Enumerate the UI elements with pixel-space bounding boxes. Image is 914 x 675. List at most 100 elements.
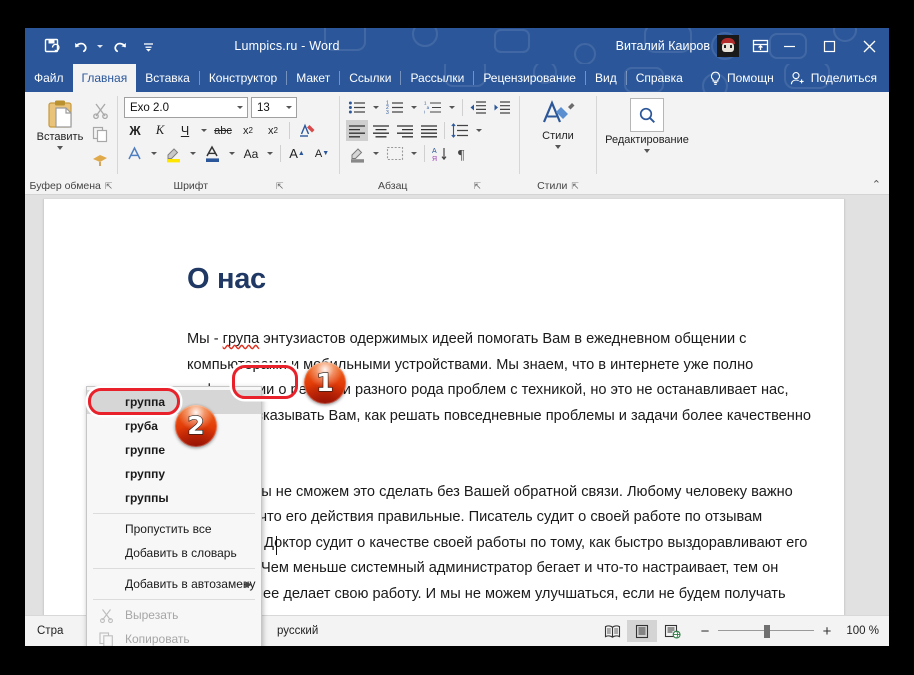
highlight-dropdown-icon[interactable]	[188, 143, 198, 164]
font-name-input[interactable]: Exo 2.0	[124, 97, 248, 118]
tab-home[interactable]: Главная	[72, 64, 137, 92]
shading-icon[interactable]	[346, 143, 368, 164]
styles-dropdown-icon[interactable]	[555, 145, 561, 149]
font-size-dropdown-icon[interactable]	[286, 106, 292, 109]
cut-icon[interactable]	[89, 100, 111, 120]
bullet-list-icon[interactable]	[346, 97, 368, 118]
justify-icon[interactable]	[418, 120, 440, 141]
menu-item-ignore-all[interactable]: Пропустить все	[87, 517, 261, 541]
menu-item-add-to-autocorrect[interactable]: Добавить в автозамену ▶	[87, 572, 261, 596]
menu-item-suggestion-2[interactable]: груба	[87, 414, 261, 438]
borders-dropdown-icon[interactable]	[408, 143, 420, 164]
collapse-ribbon-button[interactable]: ⌃	[872, 178, 881, 191]
tell-me-button[interactable]: Помощн	[701, 64, 782, 92]
editing-button[interactable]: Редактирование	[597, 98, 697, 153]
tab-help[interactable]: Справка	[627, 64, 692, 92]
zoom-percent-label[interactable]: 100 %	[841, 625, 879, 637]
text-effects-dropdown-icon[interactable]	[149, 143, 159, 164]
change-case-button[interactable]: Aa	[240, 143, 262, 164]
format-painter-icon[interactable]	[89, 148, 111, 168]
clipboard-small-buttons[interactable]	[87, 96, 117, 168]
superscript-button[interactable]: x2	[262, 120, 284, 141]
menu-item-suggestion-1[interactable]: группа	[87, 390, 261, 414]
numbered-list-icon[interactable]: 123	[384, 97, 406, 118]
ribbon-tab-bar[interactable]: Файл Главная Вставка Конструктор Макет С…	[25, 64, 889, 92]
bullet-list-dropdown-icon[interactable]	[370, 97, 382, 118]
underline-dropdown-icon[interactable]	[199, 120, 209, 141]
minimize-button[interactable]	[769, 28, 809, 64]
web-layout-icon[interactable]	[657, 620, 687, 642]
clear-formatting-icon[interactable]	[295, 120, 319, 141]
zoom-control[interactable]: − +	[699, 623, 833, 640]
find-icon[interactable]	[630, 98, 664, 132]
text-effects-icon[interactable]	[124, 143, 146, 164]
menu-item-suggestion-5[interactable]: группы	[87, 486, 261, 510]
tab-layout[interactable]: Макет	[287, 64, 339, 92]
zoom-slider-thumb[interactable]	[764, 625, 770, 638]
document-body[interactable]: Мы - група энтузиастов одержимых идеей п…	[187, 327, 817, 615]
menu-item-add-to-dictionary[interactable]: Добавить в словарь	[87, 541, 261, 565]
sort-icon[interactable]: AЯ	[429, 143, 451, 164]
align-center-icon[interactable]	[370, 120, 392, 141]
zoom-out-button[interactable]: −	[699, 623, 711, 640]
line-spacing-icon[interactable]	[449, 120, 471, 141]
styles-dialog-launcher[interactable]: ⇱	[571, 178, 579, 194]
menu-item-copy[interactable]: Копировать	[87, 627, 261, 646]
align-right-icon[interactable]	[394, 120, 416, 141]
share-button[interactable]: Поделиться	[782, 64, 885, 92]
shrink-font-button[interactable]: A ▼	[311, 143, 333, 164]
underline-button[interactable]: Ч	[174, 120, 196, 141]
font-dialog-launcher[interactable]: ⇱	[276, 178, 284, 194]
copy-icon[interactable]	[89, 124, 111, 144]
decrease-indent-icon[interactable]	[467, 97, 489, 118]
strikethrough-button[interactable]: abc	[212, 120, 234, 141]
avatar[interactable]	[717, 35, 739, 57]
font-size-input[interactable]: 13	[251, 97, 297, 118]
styles-button[interactable]: Стили	[520, 98, 596, 149]
zoom-slider[interactable]	[718, 624, 814, 638]
page-indicator[interactable]: Стра	[37, 625, 63, 637]
zoom-in-button[interactable]: +	[821, 623, 833, 640]
font-color-dropdown-icon[interactable]	[227, 143, 237, 164]
paste-button[interactable]: Вставить	[33, 96, 87, 150]
maximize-button[interactable]	[809, 28, 849, 64]
tab-mailings[interactable]: Рассылки	[401, 64, 473, 92]
close-button[interactable]	[849, 28, 889, 64]
misspelled-word[interactable]: група	[223, 331, 260, 347]
language-indicator[interactable]: русский	[277, 625, 318, 637]
multilevel-list-dropdown-icon[interactable]	[446, 97, 458, 118]
numbered-list-dropdown-icon[interactable]	[408, 97, 420, 118]
status-bar-right[interactable]: − + 100 %	[597, 620, 879, 642]
subscript-button[interactable]: x2	[237, 120, 259, 141]
spelling-context-menu[interactable]: группа груба группе группу группы Пропус…	[86, 386, 262, 646]
grow-font-button[interactable]: A ▲	[286, 143, 308, 164]
paste-dropdown-icon[interactable]	[57, 146, 63, 150]
align-left-icon[interactable]	[346, 120, 368, 141]
change-case-dropdown-icon[interactable]	[265, 143, 275, 164]
line-spacing-dropdown-icon[interactable]	[473, 120, 485, 141]
tab-view[interactable]: Вид	[586, 64, 626, 92]
show-formatting-marks-icon[interactable]: ¶	[453, 143, 475, 164]
increase-indent-icon[interactable]	[491, 97, 513, 118]
tab-file[interactable]: Файл	[25, 64, 73, 92]
tab-references[interactable]: Ссылки	[340, 64, 400, 92]
editing-dropdown-icon[interactable]	[644, 149, 650, 153]
italic-button[interactable]: К	[149, 120, 171, 141]
shading-dropdown-icon[interactable]	[370, 143, 382, 164]
window-controls[interactable]	[769, 28, 889, 64]
multilevel-list-icon[interactable]: 1ai	[422, 97, 444, 118]
account-area[interactable]: Виталий Каиров	[616, 28, 739, 64]
highlight-color-icon[interactable]	[162, 143, 185, 164]
read-mode-icon[interactable]	[597, 620, 627, 642]
tab-review[interactable]: Рецензирование	[474, 64, 585, 92]
tab-insert[interactable]: Вставка	[136, 64, 199, 92]
paragraph-dialog-launcher[interactable]: ⇱	[473, 178, 481, 194]
borders-icon[interactable]	[384, 143, 406, 164]
menu-item-suggestion-4[interactable]: группу	[87, 462, 261, 486]
font-name-dropdown-icon[interactable]	[237, 106, 243, 109]
menu-item-suggestion-3[interactable]: группе	[87, 438, 261, 462]
tab-bar-right-group[interactable]: Помощн Поделиться	[701, 64, 885, 92]
menu-item-cut[interactable]: Вырезать	[87, 603, 261, 627]
ribbon[interactable]: Вставить Буфер обмена ⇱ Exo 2.0 13 Ж К Ч…	[25, 92, 889, 195]
tab-design[interactable]: Конструктор	[200, 64, 286, 92]
